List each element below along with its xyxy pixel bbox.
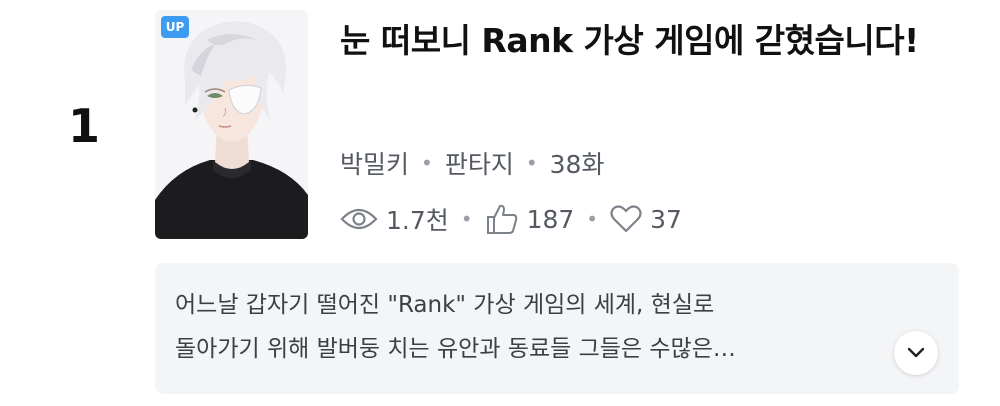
cover-illustration (155, 10, 308, 239)
series-stats: 1.7천 • 187 • 37 (340, 198, 682, 240)
cover-image[interactable] (155, 10, 308, 239)
episode-count: 38화 (549, 150, 605, 179)
rank-number: 1 (68, 99, 101, 153)
eye-icon (340, 207, 378, 231)
separator-dot: • (460, 207, 473, 231)
view-count: 1.7천 (386, 206, 449, 235)
genre-label: 판타지 (444, 150, 514, 179)
separator-dot: • (525, 151, 538, 175)
chevron-down-icon (907, 347, 925, 358)
like-count: 187 (526, 204, 575, 234)
separator-dot: • (421, 151, 433, 175)
synopsis-box[interactable]: 어느날 갑자기 떨어진 "Rank" 가상 게임의 세계, 현실로 돌아가기 위… (155, 263, 959, 394)
favorite-count: 37 (650, 204, 682, 234)
heart-icon[interactable] (610, 205, 642, 233)
synopsis-line: 돌아가기 위해 발버둥 치는 유안과 동료들 그들은 수많은… (175, 336, 736, 362)
synopsis-text: 어느날 갑자기 떨어진 "Rank" 가상 게임의 세계, 현실로 돌아가기 위… (175, 283, 875, 371)
expand-synopsis-button[interactable] (894, 331, 938, 375)
series-meta: 박밀키 • 판타지 • 38화 (340, 143, 604, 183)
thumbs-up-icon[interactable] (485, 203, 519, 235)
author-name[interactable]: 박밀키 (340, 145, 409, 181)
update-badge: UP (161, 16, 189, 38)
separator-dot: • (586, 207, 599, 231)
synopsis-line: 어느날 갑자기 떨어진 "Rank" 가상 게임의 세계, 현실로 (175, 292, 715, 318)
series-title[interactable]: 눈 떠보니 Rank 가상 게임에 갇혔습니다! (340, 12, 960, 70)
